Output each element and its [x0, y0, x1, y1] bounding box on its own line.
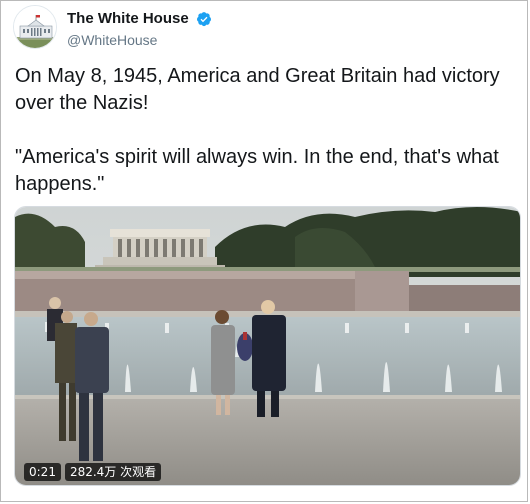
video-thumbnail — [15, 207, 520, 485]
video-duration: 0:21 — [24, 463, 61, 481]
display-name[interactable]: The White House — [67, 10, 189, 27]
tweet-header: The White House @WhiteHouse — [13, 5, 513, 51]
tweet-text: On May 8, 1945, America and Great Britai… — [15, 63, 520, 198]
tweet-card: The White House @WhiteHouse On May 8, 19… — [0, 0, 528, 502]
video-player[interactable]: 0:21 282.4万 次观看 — [14, 206, 521, 486]
video-overlay: 0:21 282.4万 次观看 — [24, 463, 162, 481]
account-handle[interactable]: @WhiteHouse — [67, 32, 212, 48]
white-house-logo-icon — [14, 6, 56, 48]
avatar[interactable] — [13, 5, 57, 49]
verified-badge-icon — [197, 11, 212, 26]
video-view-count: 282.4万 次观看 — [64, 463, 162, 481]
tweet-paragraph: On May 8, 1945, America and Great Britai… — [15, 65, 500, 114]
tweet-paragraph: "America's spirit will always win. In th… — [15, 146, 499, 195]
account-names: The White House @WhiteHouse — [67, 10, 212, 48]
